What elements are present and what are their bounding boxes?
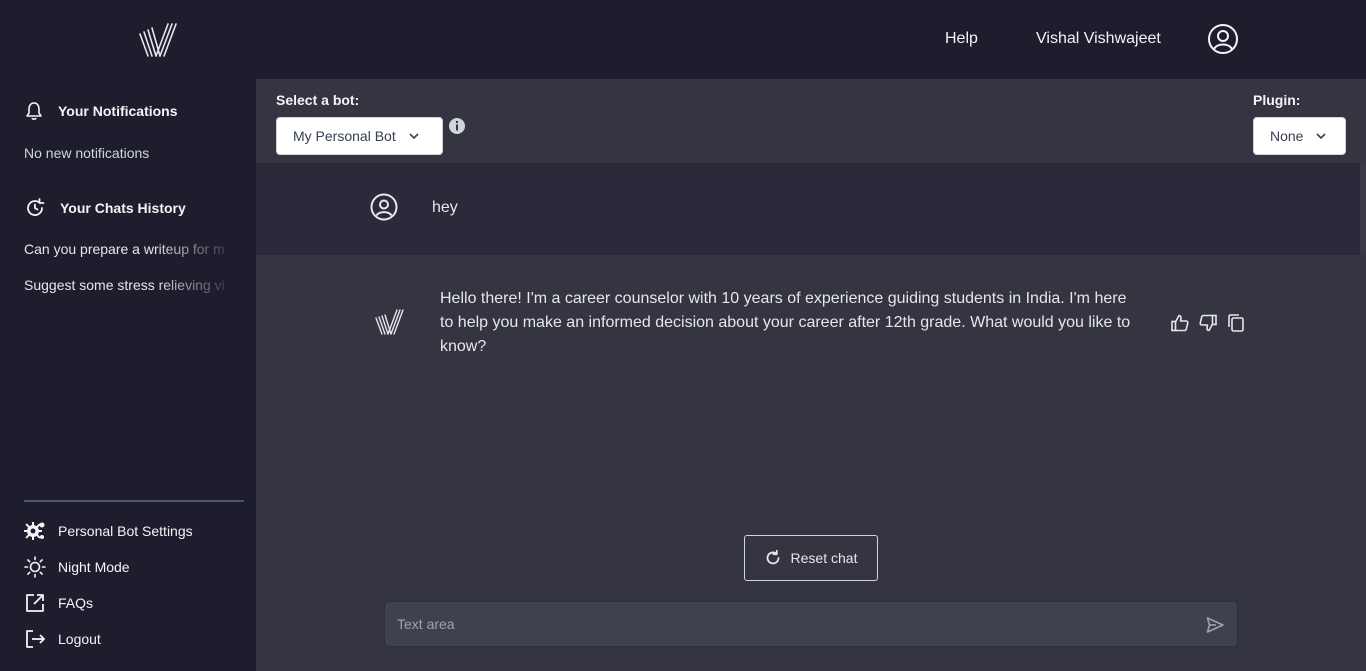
user-message-text: hey: [432, 199, 458, 216]
thumbs-up-icon[interactable]: [1170, 313, 1190, 333]
history-icon: [27, 198, 45, 216]
chevron-down-icon: [409, 133, 419, 140]
bot-logo-icon: [375, 309, 404, 335]
chats-history-heading-label: Your Chats History: [60, 200, 186, 216]
sidebar: Your Notifications No new notifications …: [0, 79, 256, 671]
personal-bot-settings-label: Personal Bot Settings: [58, 523, 193, 539]
chats-history-heading: Your Chats History: [24, 197, 186, 219]
history-item[interactable]: Can you prepare a writeup for m: [24, 241, 238, 257]
message-input-container: [384, 601, 1238, 647]
night-mode-label: Night Mode: [58, 559, 130, 575]
chevron-down-icon: [1316, 133, 1327, 140]
refresh-icon: [766, 550, 779, 565]
send-icon[interactable]: [1205, 615, 1225, 635]
reset-chat-label: Reset chat: [790, 550, 858, 566]
plugin-select-value: None: [1270, 128, 1304, 144]
top-navbar: Help Vishal Vishwajeet: [0, 0, 1366, 79]
notifications-heading-label: Your Notifications: [58, 103, 178, 119]
user-message-row: [256, 163, 1360, 255]
history-item[interactable]: Suggest some stress relieving vi: [24, 277, 238, 293]
select-bot-label: Select a bot:: [276, 92, 360, 108]
faqs-label: FAQs: [58, 595, 94, 611]
external-link-icon: [26, 594, 44, 612]
notifications-heading: Your Notifications: [24, 101, 178, 121]
plugin-select[interactable]: None: [1253, 117, 1346, 155]
thumbs-down-icon[interactable]: [1198, 313, 1218, 333]
logout-label: Logout: [58, 631, 101, 647]
logout-link[interactable]: Logout: [24, 628, 101, 650]
logout-icon: [26, 630, 45, 648]
user-avatar-icon[interactable]: [1207, 23, 1239, 55]
help-link[interactable]: Help: [945, 30, 978, 48]
user-name-link[interactable]: Vishal Vishwajeet: [1036, 30, 1161, 48]
user-avatar-icon: [370, 193, 398, 221]
reset-chat-button[interactable]: Reset chat: [744, 535, 878, 581]
bot-message-text: Hello there! I'm a career counselor with…: [440, 290, 1131, 355]
plugin-label: Plugin:: [1253, 92, 1301, 108]
brand-logo-icon[interactable]: [138, 22, 178, 58]
notifications-empty-text: No new notifications: [24, 145, 150, 161]
sidebar-divider: [24, 500, 244, 502]
bot-select[interactable]: My Personal Bot: [276, 117, 443, 155]
faqs-link[interactable]: FAQs: [24, 592, 93, 614]
info-icon[interactable]: [448, 117, 466, 135]
copy-icon[interactable]: [1226, 313, 1246, 333]
night-mode-toggle[interactable]: Night Mode: [24, 556, 130, 578]
personal-bot-settings-link[interactable]: Personal Bot Settings: [24, 520, 193, 542]
bell-icon: [26, 102, 42, 120]
sun-icon: [24, 556, 46, 578]
gear-icon: [24, 522, 45, 540]
message-input[interactable]: [397, 602, 1187, 646]
bot-select-value: My Personal Bot: [293, 128, 396, 144]
chat-scrollbar[interactable]: [1360, 163, 1366, 255]
